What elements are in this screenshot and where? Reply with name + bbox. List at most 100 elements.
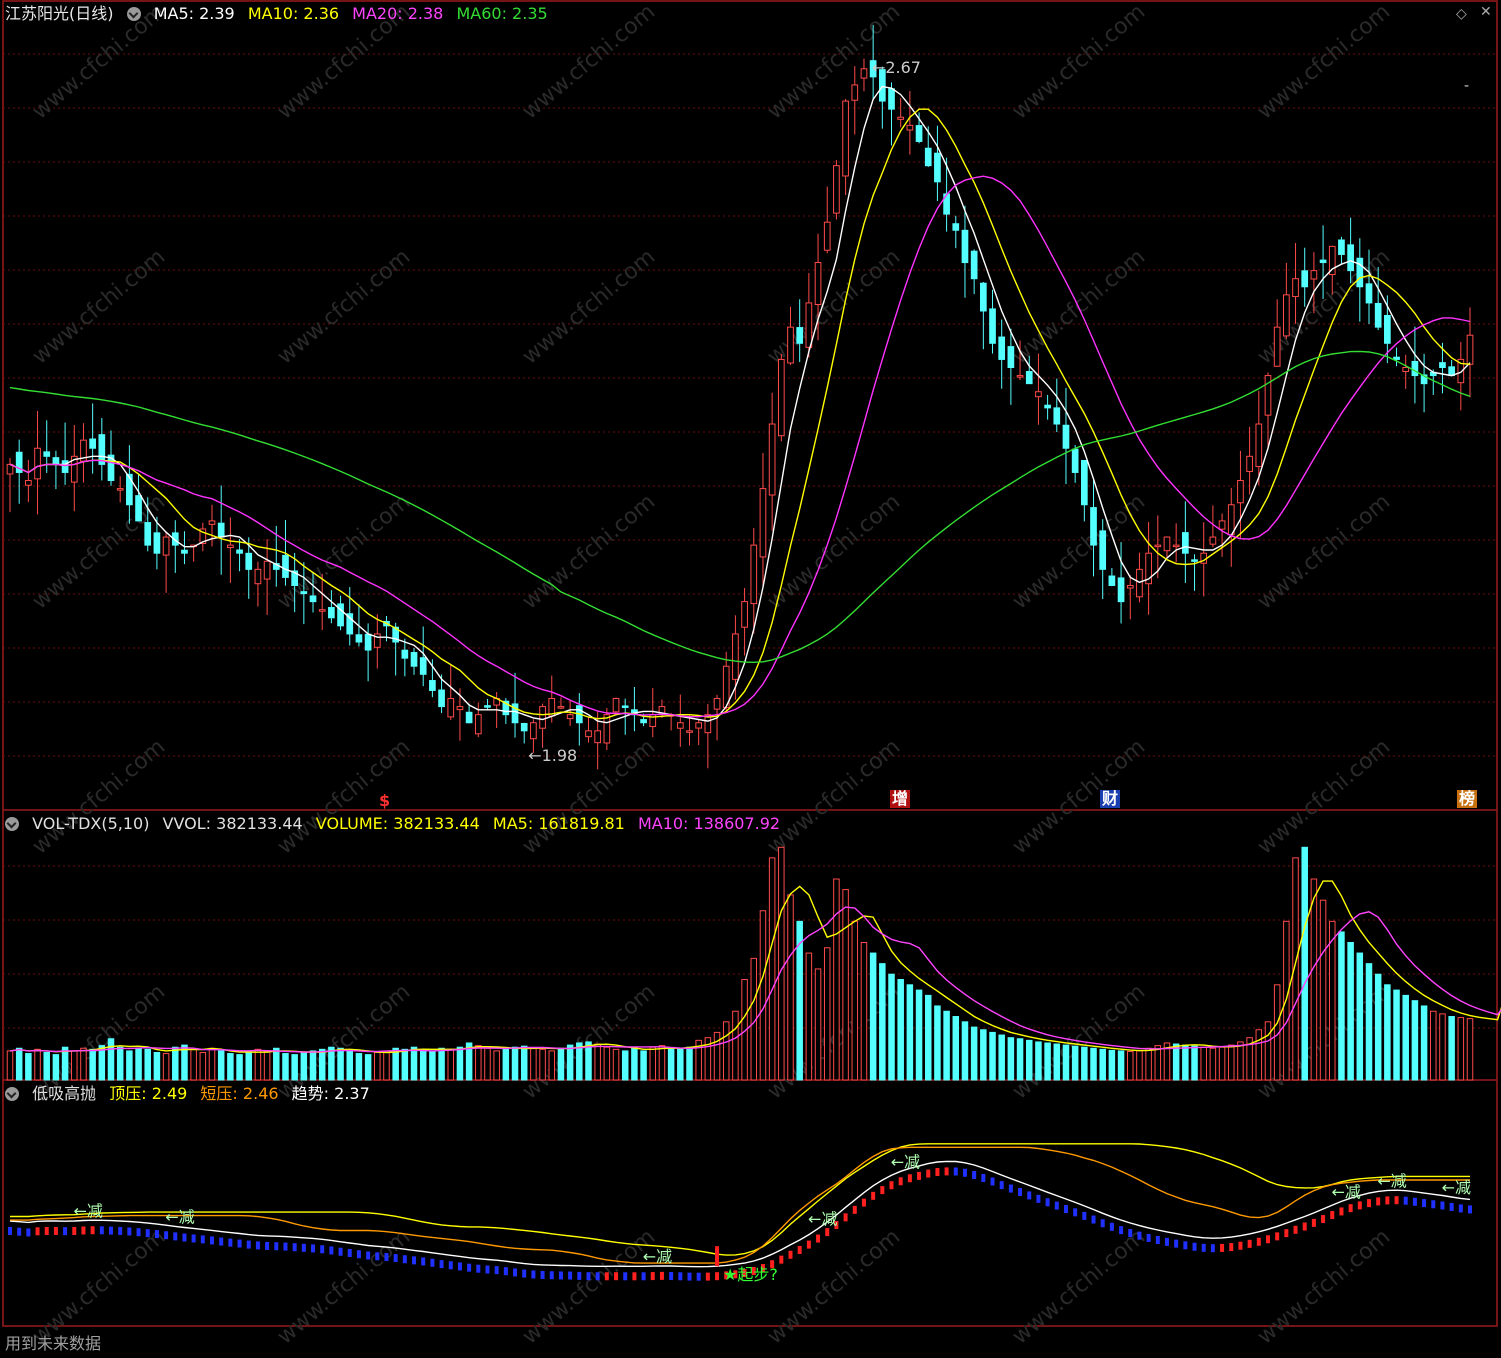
volume-bar	[879, 963, 886, 1081]
trend-dot	[200, 1235, 205, 1244]
candle-body	[245, 552, 253, 570]
trend-dot	[650, 1272, 655, 1281]
volume-bar	[236, 1054, 243, 1081]
candle-body	[1035, 391, 1042, 398]
trend-dot	[338, 1247, 343, 1256]
volume-bar	[337, 1047, 344, 1081]
ma20-label: MA20:	[352, 4, 403, 23]
stock-title[interactable]: 江苏阳光(日线)	[5, 4, 114, 23]
trend-dot	[816, 1234, 821, 1243]
candle-body	[364, 633, 372, 651]
trend-dot	[127, 1227, 132, 1236]
trend-dot	[1293, 1225, 1298, 1234]
volume-bar	[291, 1054, 298, 1081]
candle-body	[1439, 362, 1446, 369]
trend-dot	[568, 1271, 573, 1280]
watermark-text: www.cfchi.com	[273, 244, 415, 369]
trend-dot	[210, 1236, 215, 1245]
trend-dot	[292, 1243, 297, 1252]
badge-increase[interactable]: 增	[890, 790, 911, 808]
volume-bar	[511, 1046, 519, 1081]
candle-body	[1310, 270, 1318, 280]
volume-bar	[273, 1047, 280, 1081]
trend-dot	[595, 1272, 600, 1281]
trend-dot	[687, 1272, 692, 1281]
trend-dot	[1210, 1244, 1215, 1253]
volume-bar	[530, 1047, 537, 1081]
trend-dot	[604, 1272, 609, 1281]
volume-bar	[6, 1050, 14, 1081]
volume-bar	[1136, 1050, 1143, 1081]
volume-bar	[1255, 1029, 1263, 1081]
vol-ma5-label: MA5:	[492, 814, 534, 833]
volume-bar	[1356, 952, 1364, 1081]
close-icon[interactable]: ✕	[1480, 4, 1492, 20]
volume-bar	[447, 1048, 455, 1081]
trend-dot	[1155, 1236, 1160, 1245]
trend-dot	[1201, 1243, 1206, 1252]
vol-ma5-value: 161819.81	[538, 814, 625, 833]
volume-bar	[677, 1048, 684, 1081]
footer-note: 用到未来数据	[5, 1334, 102, 1353]
volume-bar	[438, 1047, 445, 1081]
ma5-value: 2.39	[199, 4, 235, 23]
trend-value: 2.37	[334, 1084, 370, 1103]
candle-body	[979, 282, 987, 312]
volume-value: 382133.44	[393, 814, 480, 833]
start-label: ★起步?	[723, 1265, 778, 1284]
watermark-text: www.cfchi.com	[1253, 1224, 1395, 1349]
volume-bar	[823, 947, 831, 1081]
trend-dot	[311, 1244, 316, 1253]
trend-dot	[1119, 1226, 1124, 1235]
menu-dropdown-icon[interactable]	[126, 7, 141, 21]
volume-menu-icon[interactable]	[5, 817, 19, 831]
candle-body	[888, 88, 895, 110]
trend-dot	[90, 1226, 95, 1235]
trend-dot	[274, 1242, 279, 1251]
trend-dot	[1073, 1208, 1078, 1217]
candle-body	[254, 568, 262, 585]
volume-bar	[787, 894, 794, 1081]
trend-dot	[145, 1229, 150, 1238]
trend-dot	[981, 1173, 986, 1182]
candle-body	[1090, 507, 1097, 546]
volume-bar	[217, 1050, 225, 1081]
candle-body	[1191, 559, 1198, 562]
badge-dollar[interactable]: $	[377, 792, 392, 810]
volume-bar	[520, 1045, 528, 1081]
trend-dot	[154, 1230, 159, 1239]
candle-body	[1338, 239, 1345, 255]
volume-bar	[1411, 1000, 1419, 1081]
trend-dot	[513, 1268, 518, 1277]
volume-bar	[107, 1038, 115, 1081]
volume-bar	[43, 1051, 50, 1081]
badge-finance[interactable]: 财	[1100, 790, 1121, 808]
badge-rank[interactable]: 榜	[1457, 790, 1478, 808]
volume-bar	[263, 1050, 271, 1081]
volume-bar	[612, 1048, 620, 1081]
candle-body	[282, 554, 289, 578]
trend-dot	[944, 1167, 949, 1176]
volume-title[interactable]: VOL-TDX(5,10)	[32, 814, 149, 833]
volume-bar	[621, 1050, 629, 1081]
trend-dot	[1091, 1215, 1096, 1224]
trend-dot	[696, 1272, 701, 1281]
candle-body	[1347, 244, 1354, 272]
volume-bar	[1439, 1013, 1446, 1081]
trend-dot	[1394, 1196, 1399, 1205]
trend-dot	[852, 1205, 857, 1214]
watermark-text: www.cfchi.com	[1253, 734, 1395, 859]
candle-body	[1053, 407, 1061, 425]
trend-dot	[99, 1226, 104, 1235]
candle-body	[750, 544, 758, 605]
candle-body	[300, 591, 308, 595]
volume-bar	[383, 1050, 390, 1081]
trend-dot	[1302, 1222, 1307, 1231]
trend-dot	[898, 1177, 903, 1186]
trend-dot	[659, 1271, 664, 1280]
volume-bar	[952, 1016, 960, 1081]
diamond-icon[interactable]: ◇	[1456, 6, 1467, 22]
indicator-title[interactable]: 低吸高抛	[32, 1084, 96, 1103]
indicator-menu-icon[interactable]	[5, 1087, 19, 1101]
candle-body	[805, 302, 813, 348]
